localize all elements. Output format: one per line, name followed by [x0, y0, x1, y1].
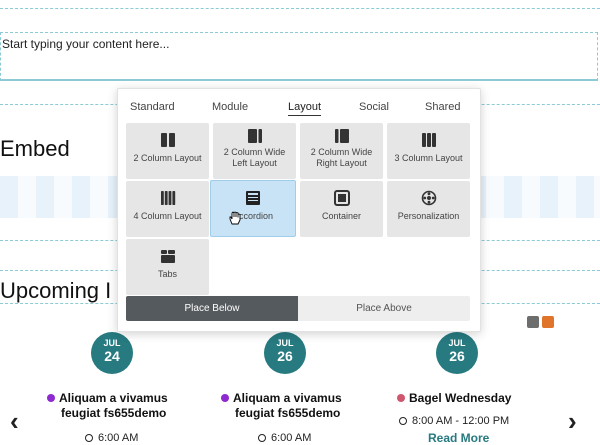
tab-module[interactable]: Module: [212, 101, 248, 115]
upcoming-heading: Upcoming I: [0, 278, 112, 303]
two-column-icon: [160, 132, 176, 148]
tile-3-column-layout[interactable]: 3 Column Layout: [387, 123, 470, 179]
tab-layout[interactable]: Layout: [288, 101, 322, 116]
clock-icon: [399, 417, 407, 425]
event-time: 6:00 AM: [258, 432, 311, 444]
two-column-wide-left-icon: [247, 128, 263, 144]
tile-container[interactable]: Container: [300, 181, 383, 237]
personalization-icon: [421, 190, 437, 206]
tab-social[interactable]: Social: [359, 101, 389, 115]
event-title[interactable]: Aliquam a vivamus feugiat fs655demo: [221, 391, 342, 421]
accordion-icon: [245, 190, 261, 206]
tile-2-column-layout[interactable]: 2 Column Layout: [126, 123, 209, 179]
category-dot: [47, 394, 55, 402]
carousel-next-button[interactable]: ›: [568, 408, 577, 434]
event-date-badge: JUL 26: [436, 332, 478, 374]
widget-category-tabs: Standard Module Layout Social Shared: [118, 101, 480, 121]
editor-placeholder: Start typing your content here...: [2, 37, 170, 51]
four-column-icon: [160, 190, 176, 206]
tile-4-column-layout[interactable]: 4 Column Layout: [126, 181, 209, 237]
carousel-prev-button[interactable]: ‹: [10, 408, 19, 434]
clock-icon: [258, 434, 266, 442]
category-dot: [221, 394, 229, 402]
tile-accordion[interactable]: Accordion: [210, 180, 296, 237]
feed-icons: [527, 316, 557, 334]
event-title[interactable]: Aliquam a vivamus feugiat fs655demo: [47, 391, 168, 421]
place-below-button[interactable]: Place Below: [126, 296, 298, 321]
insert-widget-popup: Standard Module Layout Social Shared 2 C…: [117, 88, 481, 332]
rss-icon[interactable]: [527, 316, 539, 328]
content-editor[interactable]: Start typing your content here...: [0, 32, 598, 81]
editor-divider: [0, 8, 600, 9]
tile-2-column-wide-right-layout[interactable]: 2 Column Wide Right Layout: [300, 123, 383, 179]
tile-2-column-wide-left-layout[interactable]: 2 Column Wide Left Layout: [213, 123, 296, 179]
embed-heading: Embed: [0, 136, 70, 161]
notification-icon[interactable]: [542, 316, 554, 328]
event-date-badge: JUL 26: [264, 332, 306, 374]
category-dot: [397, 394, 405, 402]
event-title[interactable]: Bagel Wednesday: [397, 391, 511, 406]
clock-icon: [85, 434, 93, 442]
placement-toggle: Place Below Place Above: [126, 296, 470, 321]
two-column-wide-right-icon: [334, 128, 350, 144]
event-date-badge: JUL 24: [91, 332, 133, 374]
event-time: 8:00 AM - 12:00 PM: [399, 415, 509, 427]
tab-shared[interactable]: Shared: [425, 101, 460, 115]
three-column-icon: [421, 132, 437, 148]
place-above-button[interactable]: Place Above: [298, 296, 470, 321]
tile-personalization[interactable]: Personalization: [387, 181, 470, 237]
event-time: 6:00 AM: [85, 432, 138, 444]
hand-cursor-icon: [228, 211, 241, 230]
tile-tabs[interactable]: Tabs: [126, 239, 209, 295]
tabs-icon: [160, 248, 176, 264]
container-icon: [333, 190, 350, 206]
tab-standard[interactable]: Standard: [130, 101, 175, 115]
